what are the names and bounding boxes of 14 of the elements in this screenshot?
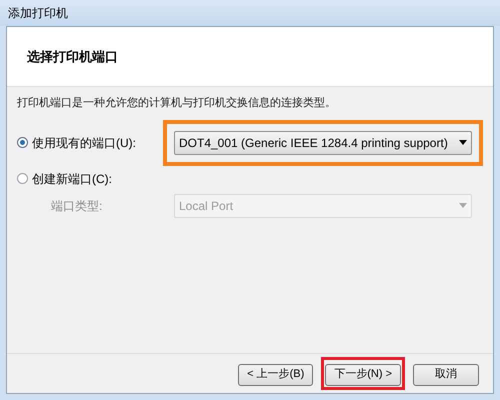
dropdown-arrow-icon: [459, 203, 467, 208]
dropdown-arrow-icon: [459, 140, 467, 145]
page-heading: 选择打印机端口: [27, 48, 118, 66]
description-text: 打印机端口是一种允许您的计算机与打印机交换信息的连接类型。: [17, 96, 337, 111]
dialog-button[interactable]: 下一步(N) >: [325, 364, 401, 386]
port-dropdown[interactable]: DOT4_001 (Generic IEEE 1284.4 printing support): [174, 130, 472, 154]
dialog-button[interactable]: < 上一步(B): [238, 364, 314, 386]
window-title: 添加打印机: [8, 5, 68, 22]
dialog-button[interactable]: 取消: [413, 364, 479, 386]
radio-label: 创建新端口(C):: [32, 170, 112, 188]
radio-label: 使用现有的端口(U):: [32, 134, 136, 152]
port-type-label: 端口类型:: [51, 198, 102, 212]
radio-button[interactable]: [17, 173, 28, 184]
radio-button[interactable]: [17, 137, 28, 148]
